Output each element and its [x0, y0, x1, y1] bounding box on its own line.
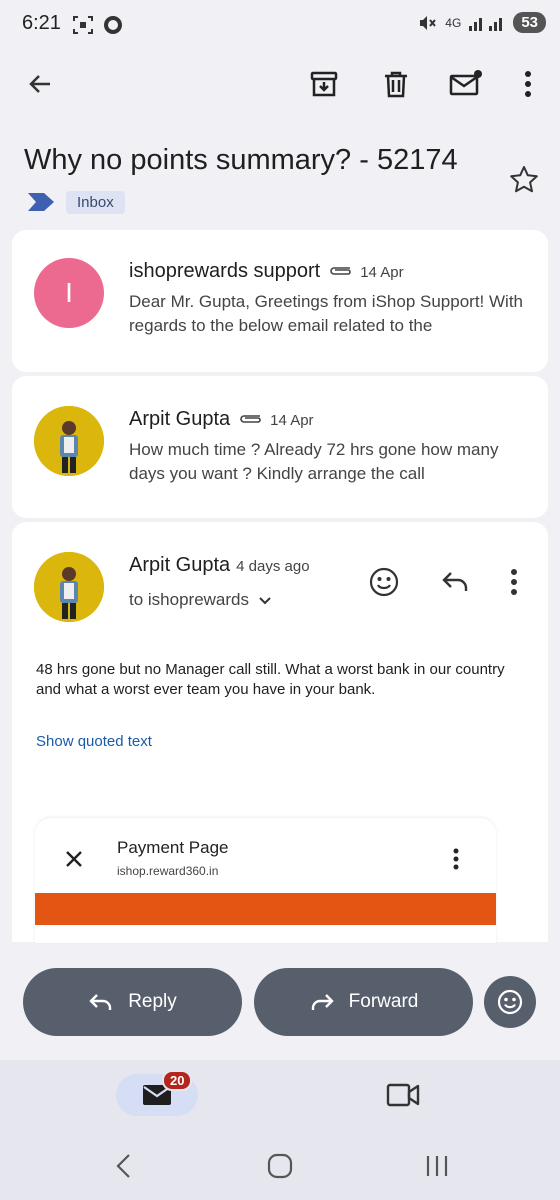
message-card[interactable]: Arpit Gupta 14 Apr How much time ? Alread… [12, 376, 548, 518]
avatar: I [34, 258, 104, 328]
label-chip-inbox[interactable]: Inbox [66, 191, 125, 214]
recipient-text: to ishoprewards [129, 590, 250, 609]
smiley-icon [497, 989, 523, 1015]
system-navigation [0, 1132, 560, 1200]
embedded-screenshot-image: Payment Page ishop.reward360.in [35, 818, 496, 943]
mute-icon [420, 15, 437, 30]
message-snippet: Dear Mr. Gupta, Greetings from iShop Sup… [129, 292, 523, 335]
message-snippet: How much time ? Already 72 hrs gone how … [129, 440, 499, 483]
sender-name: Arpit Gupta [129, 554, 231, 576]
status-bar: 6:21 4G 53 [0, 0, 560, 50]
delete-icon[interactable] [378, 66, 414, 102]
emoji-reaction-button[interactable] [484, 976, 536, 1028]
star-icon[interactable] [508, 164, 540, 201]
recipients-toggle[interactable]: to ishoprewards [129, 590, 273, 610]
bottom-navigation: 20 [0, 1060, 560, 1132]
back-nav-icon[interactable] [112, 1152, 136, 1185]
forward-button[interactable]: Forward [254, 968, 473, 1036]
embedded-page-url: ishop.reward360.in [117, 864, 219, 878]
sender-name: ishoprewards support [129, 260, 321, 282]
status-time: 6:21 [22, 12, 61, 34]
reply-button[interactable]: Reply [23, 968, 242, 1036]
record-icon [104, 16, 122, 34]
forward-icon [311, 994, 334, 1010]
show-quoted-text-link[interactable]: Show quoted text [36, 733, 152, 750]
archive-icon[interactable] [306, 66, 342, 102]
home-nav-icon[interactable] [266, 1152, 294, 1185]
chevron-down-icon [259, 597, 271, 605]
embedded-page-title: Payment Page [117, 838, 229, 857]
more-vert-icon [453, 848, 459, 875]
reply-icon[interactable] [440, 568, 470, 601]
more-vert-icon[interactable] [510, 66, 546, 102]
mark-unread-icon[interactable] [448, 66, 484, 102]
reply-label: Reply [128, 991, 177, 1012]
message-body: 48 hrs gone but no Manager call still. W… [36, 661, 505, 698]
email-subject: Why no points summary? - 52174 [24, 144, 458, 176]
attachment-icon [238, 408, 264, 431]
unread-count-badge: 20 [162, 1070, 193, 1091]
message-more-icon[interactable] [510, 568, 518, 601]
close-icon [63, 848, 85, 875]
screenshot-icon [73, 16, 93, 34]
network-type: 4G [445, 15, 462, 30]
reply-icon [89, 994, 112, 1010]
nav-meet[interactable] [386, 1082, 420, 1113]
message-date: 14 Apr [270, 412, 314, 429]
sender-name: Arpit Gupta [129, 408, 231, 430]
top-toolbar [0, 50, 560, 120]
message-date: 4 days ago [236, 558, 310, 575]
back-arrow-icon[interactable] [22, 66, 58, 102]
signal-icon [469, 17, 503, 31]
avatar [34, 406, 104, 476]
avatar [34, 552, 104, 622]
message-card[interactable]: I ishoprewards support 14 Apr Dear Mr. Gu… [12, 230, 548, 372]
embedded-accent-bar [35, 893, 496, 925]
recents-nav-icon[interactable] [424, 1152, 450, 1185]
attachment-icon [328, 260, 354, 283]
video-camera-icon [386, 1083, 420, 1107]
battery-icon: 53 [513, 12, 546, 33]
add-reaction-icon[interactable] [368, 566, 400, 603]
importance-marker-icon[interactable] [28, 193, 54, 216]
message-date: 14 Apr [360, 264, 404, 281]
forward-label: Forward [348, 991, 419, 1012]
